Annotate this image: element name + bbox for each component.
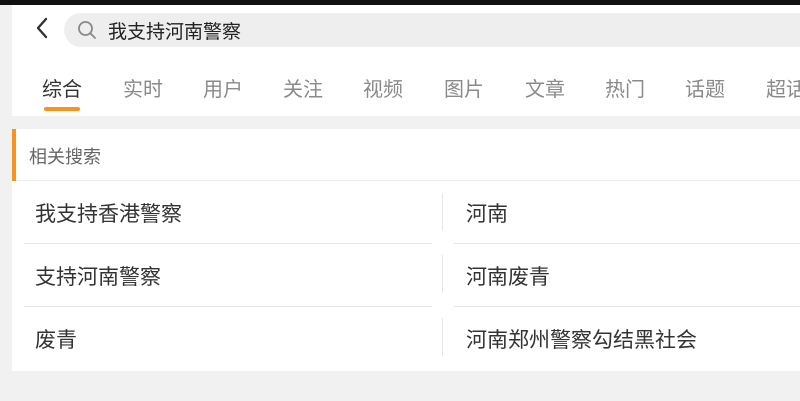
search-bar[interactable] (64, 13, 800, 47)
tab-images[interactable]: 图片 (444, 73, 484, 102)
related-search-item[interactable]: 支持河南警察 (24, 245, 444, 307)
tab-following[interactable]: 关注 (283, 73, 323, 102)
tab-comprehensive[interactable]: 综合 (42, 73, 82, 102)
related-searches-panel: 相关搜索 我支持香港警察 河南 支持河南警察 河南废青 废青 河南郑州警察勾结黑… (12, 129, 800, 371)
related-search-item[interactable]: 河南 (454, 182, 800, 244)
related-search-item[interactable]: 我支持香港警察 (24, 182, 444, 244)
search-tabs: 综合 实时 用户 关注 视频 图片 文章 热门 话题 超话 (12, 67, 800, 116)
search-header: 综合 实时 用户 关注 视频 图片 文章 热门 话题 超话 (12, 5, 800, 116)
tab-super-topics[interactable]: 超话 (766, 73, 800, 102)
related-searches-header: 相关搜索 (12, 129, 800, 181)
tab-video[interactable]: 视频 (363, 73, 403, 102)
search-icon (76, 19, 98, 41)
section-accent-bar (12, 129, 16, 181)
back-button[interactable] (28, 13, 56, 47)
chevron-left-icon (34, 16, 50, 44)
related-search-item[interactable]: 河南废青 (454, 245, 800, 307)
tab-hot[interactable]: 热门 (605, 73, 645, 102)
tab-topics[interactable]: 话题 (685, 73, 725, 102)
active-tab-indicator (44, 107, 80, 111)
tab-users[interactable]: 用户 (203, 73, 243, 102)
related-searches-title: 相关搜索 (29, 147, 101, 168)
search-input[interactable] (108, 19, 708, 41)
related-search-item[interactable]: 废青 (24, 308, 444, 370)
tab-realtime[interactable]: 实时 (123, 73, 163, 102)
related-search-item[interactable]: 河南郑州警察勾结黑社会 (454, 308, 800, 370)
tab-articles[interactable]: 文章 (525, 73, 565, 102)
